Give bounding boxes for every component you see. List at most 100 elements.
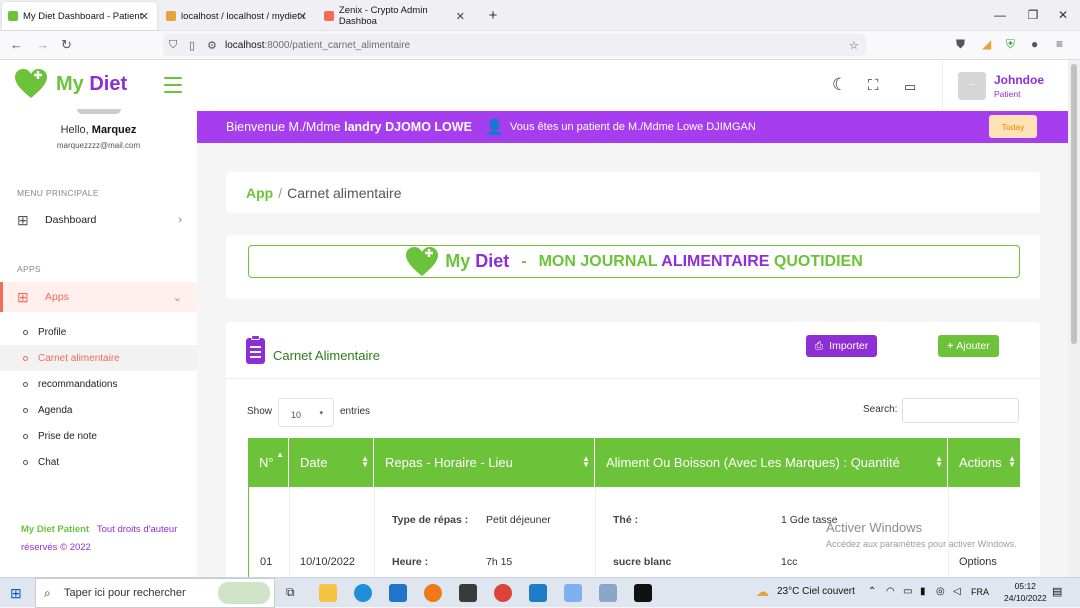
display-icon[interactable]: ▭ xyxy=(903,586,912,597)
network-icon[interactable]: ◠ xyxy=(886,586,895,597)
permissions-icon[interactable]: ⚙ xyxy=(207,39,217,52)
fullscreen-icon[interactable]: ⛶ xyxy=(868,77,879,94)
sidebar-subitem-carnet[interactable]: Carnet alimentaire xyxy=(0,345,197,371)
mail-icon[interactable] xyxy=(389,584,407,602)
page-scrollbar[interactable] xyxy=(1068,60,1080,577)
shield-icon[interactable]: ⛉ xyxy=(169,39,177,52)
sidebar-item-apps[interactable]: ⊞ Apps ⌄ xyxy=(0,282,197,312)
file-explorer-icon[interactable] xyxy=(319,584,337,602)
col-repas[interactable]: Repas - Horaire - Lieu ▲ ▼ xyxy=(374,438,595,487)
hamburger-icon[interactable] xyxy=(164,77,182,98)
chrome-icon[interactable] xyxy=(494,584,512,602)
chevron-right-icon: › xyxy=(178,214,182,226)
clock[interactable]: 05:12 24/10/2022 xyxy=(1004,581,1047,603)
edge-icon[interactable] xyxy=(354,584,372,602)
weather-text[interactable]: 23°C Ciel couvert xyxy=(777,586,855,597)
search-icon: ⌕ xyxy=(44,585,51,600)
reload-icon[interactable]: ↻ xyxy=(61,37,72,53)
close-window-icon[interactable]: ✕ xyxy=(1046,0,1080,31)
back-icon[interactable]: ← xyxy=(10,37,23,52)
sidebar-subitem-prise-de-note[interactable]: Prise de note xyxy=(0,423,197,449)
tab-phpmyadmin[interactable]: localhost / localhost / mydiet / ✕ xyxy=(160,2,315,30)
brand-diet: Diet xyxy=(89,72,128,95)
sort-icon: ▲ ▼ xyxy=(582,454,590,469)
sidebar-subitem-agenda[interactable]: Agenda xyxy=(0,397,197,423)
plus-icon: + xyxy=(947,340,954,352)
user-profile[interactable]: --- Johndoe Patient xyxy=(942,60,1044,111)
restore-icon[interactable]: ❐ xyxy=(1016,0,1050,31)
chat-icon[interactable]: ▭ xyxy=(904,79,916,95)
import-button[interactable]: ⎙ Importer xyxy=(806,335,877,357)
tab-my-diet[interactable]: My Diet Dashboard - Patient ✕ xyxy=(2,2,157,30)
app-icon[interactable] xyxy=(564,584,582,602)
apps-section-title: APPS xyxy=(17,264,41,274)
pocket-icon[interactable]: ⛊ xyxy=(956,37,965,52)
col-num[interactable]: N° ▲ xyxy=(248,438,289,487)
profile-ext-icon[interactable]: ● xyxy=(1031,37,1038,51)
wifi-icon[interactable]: ◎ xyxy=(936,586,945,597)
minimize-icon[interactable]: — xyxy=(983,0,1017,31)
journal-title: My Diet - MON JOURNAL ALIMENTAIRE QUOTID… xyxy=(248,245,1020,278)
app-icon[interactable] xyxy=(599,584,617,602)
breadcrumb-root[interactable]: App xyxy=(246,185,273,201)
dark-mode-moon-icon[interactable]: ☾ xyxy=(832,75,847,95)
battery-icon[interactable]: ▮ xyxy=(920,586,926,597)
add-button[interactable]: + Ajouter xyxy=(938,335,999,357)
logo[interactable]: My Diet xyxy=(14,68,127,100)
notifications-icon[interactable]: ▤ xyxy=(1052,585,1062,598)
tab-title: Zenix - Crypto Admin Dashboa xyxy=(338,5,428,27)
sort-icon: ▲ ▼ xyxy=(361,454,369,469)
hello-name: Marquez xyxy=(91,124,137,136)
tray-chevron-icon[interactable]: ⌃ xyxy=(868,586,876,597)
sidebar-subitem-chat[interactable]: Chat xyxy=(0,449,197,475)
favicon-icon xyxy=(324,11,334,21)
welcome-text: Bienvenue M./Mdme landry DJOMO LOWE xyxy=(226,120,472,134)
firefox-icon[interactable] xyxy=(424,584,442,602)
vscode-icon[interactable] xyxy=(529,584,547,602)
entries-select[interactable]: 10 ▾ xyxy=(278,398,334,427)
menu-icon[interactable]: ≡ xyxy=(1056,37,1063,51)
top-header: My Diet ☾ ⛶ ▭ --- Johndoe Patient xyxy=(0,60,1068,111)
welcome-banner: Bienvenue M./Mdme landry DJOMO LOWE 👤 Vo… xyxy=(197,111,1068,143)
language-indicator[interactable]: FRA xyxy=(971,587,989,597)
volume-icon[interactable]: ◁ xyxy=(953,586,961,597)
terminal-icon[interactable] xyxy=(634,584,652,602)
shield-ext-icon[interactable]: ⛨ xyxy=(1006,37,1015,52)
tab-title: localhost / localhost / mydiet / xyxy=(181,10,306,22)
sidebar-subitem-recommandations[interactable]: recommandations xyxy=(0,371,197,397)
user-icon: 👤 xyxy=(485,119,504,136)
time-label: Heure : xyxy=(392,556,429,568)
food-item: Thé : xyxy=(613,514,639,526)
close-tab-icon[interactable]: ✕ xyxy=(140,10,149,23)
bookmark-star-icon[interactable]: ☆ xyxy=(849,39,859,52)
close-tab-icon[interactable]: ✕ xyxy=(298,10,307,23)
heart-logo-icon xyxy=(15,69,47,98)
options-button[interactable]: Options xyxy=(959,556,997,568)
activate-windows-title: Activer Windows xyxy=(826,520,923,535)
new-tab-icon[interactable]: + xyxy=(476,0,510,31)
task-view-icon[interactable]: ⧉ xyxy=(286,585,295,600)
breadcrumb-current: Carnet alimentaire xyxy=(287,185,402,201)
sidebar-subitem-profile[interactable]: Profile xyxy=(0,319,197,345)
tab-zenix[interactable]: Zenix - Crypto Admin Dashboa ✕ xyxy=(318,2,473,30)
dropdown-caret-icon: ▾ xyxy=(319,410,323,417)
search-highlight-image xyxy=(218,582,270,604)
journal-card: My Diet - MON JOURNAL ALIMENTAIRE QUOTID… xyxy=(226,235,1040,299)
search-label: Search: xyxy=(863,404,898,415)
taskbar-search[interactable]: ⌕ Taper ici pour rechercher xyxy=(35,578,275,608)
col-actions[interactable]: Actions ▲ ▼ xyxy=(948,438,1020,487)
close-tab-icon[interactable]: ✕ xyxy=(456,10,465,23)
url-bar[interactable]: ⛉ ▯ ⚙ localhost:8000/patient_carnet_alim… xyxy=(163,34,866,56)
sidebar-item-dashboard[interactable]: ⊞ Dashboard › xyxy=(0,205,197,235)
food-item: sucre blanc xyxy=(613,556,672,568)
col-date[interactable]: Date ▲ ▼ xyxy=(289,438,374,487)
windows-start-icon[interactable]: ⊞ xyxy=(10,585,22,602)
search-input[interactable] xyxy=(902,398,1019,423)
taskbar: ⊞ ⌕ Taper ici pour rechercher ⧉ ☁ 23°C C… xyxy=(0,577,1080,608)
forward-icon[interactable]: → xyxy=(36,37,49,52)
sublime-icon[interactable] xyxy=(459,584,477,602)
today-button[interactable]: Today xyxy=(989,115,1037,138)
col-aliment[interactable]: Aliment Ou Boisson (Avec Les Marques) : … xyxy=(595,438,948,487)
extension-icon[interactable]: ◢ xyxy=(982,37,991,51)
entries-label: entries xyxy=(340,406,371,417)
